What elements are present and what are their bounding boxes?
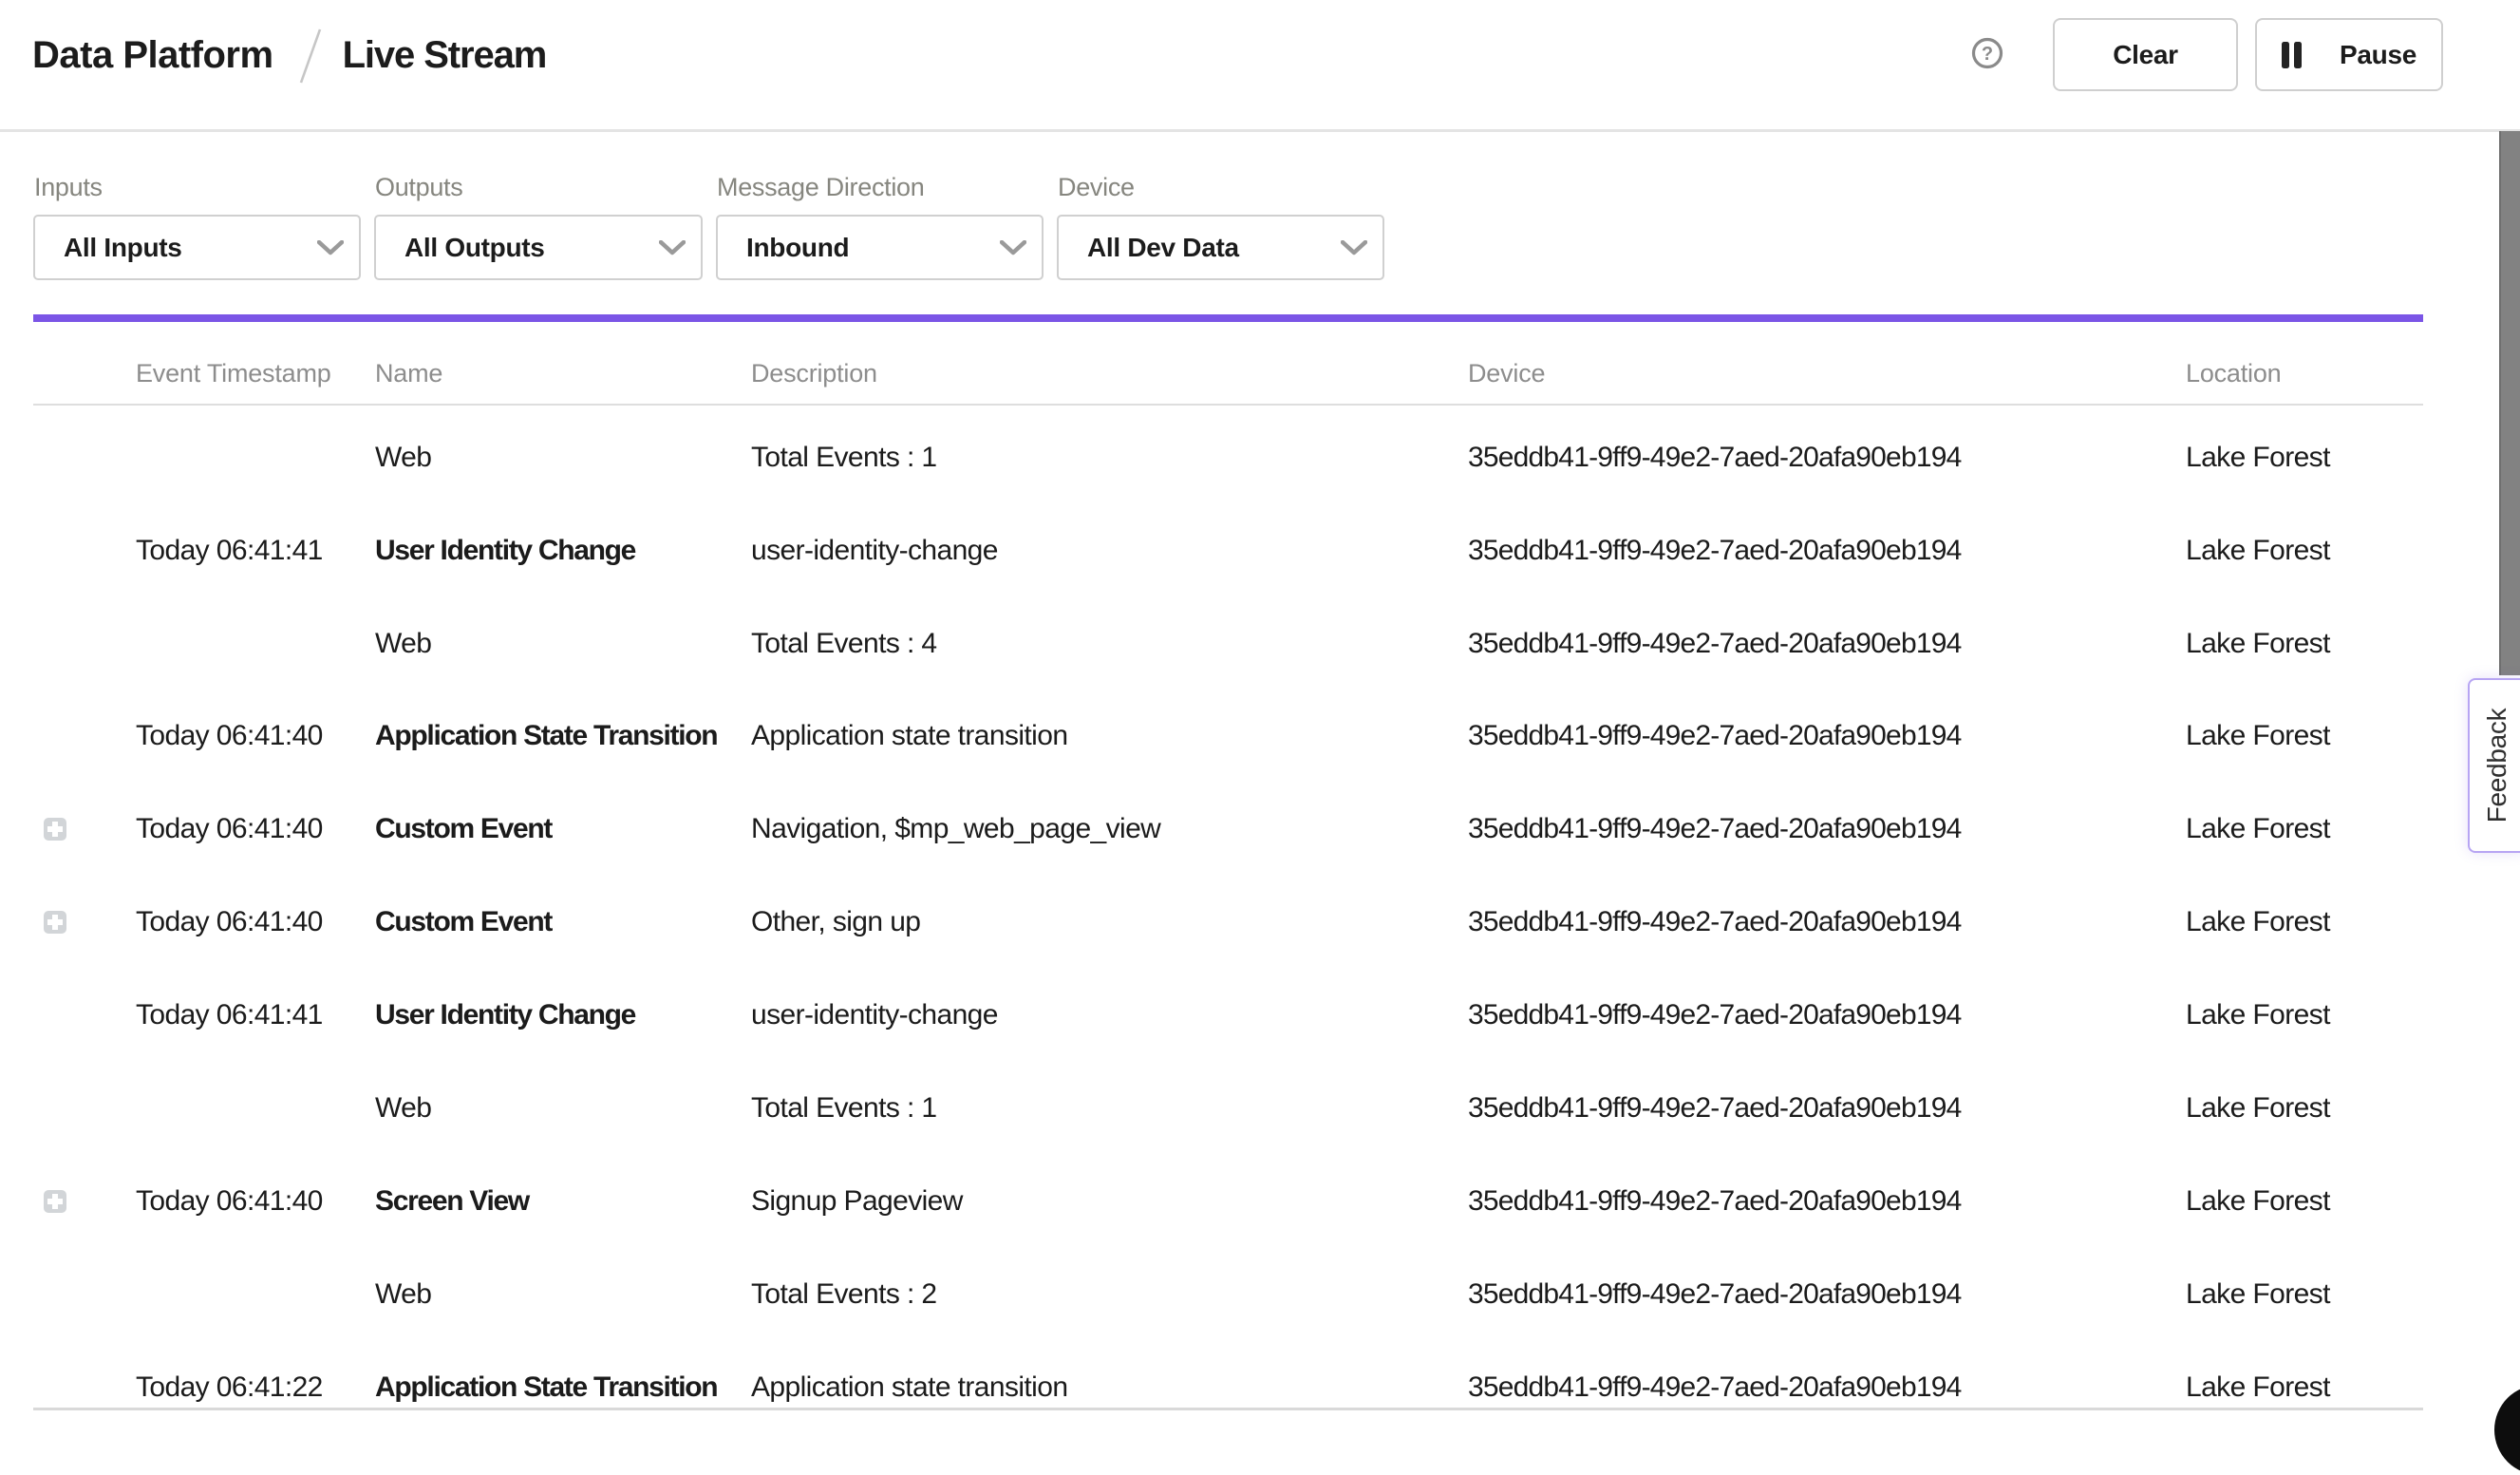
svg-text:?: ?	[1982, 44, 1993, 65]
